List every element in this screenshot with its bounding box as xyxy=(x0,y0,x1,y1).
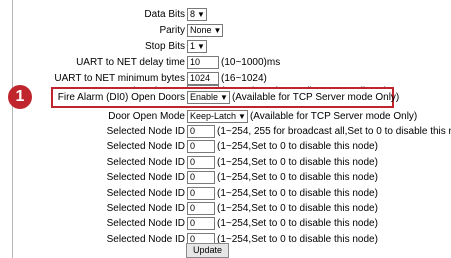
chevron-down-icon: ▼ xyxy=(220,92,228,102)
data-bits-label: Data Bits xyxy=(144,9,185,20)
fire-alarm-row: Fire Alarm (DI0) Open Doors Enable ▼ (Av… xyxy=(0,89,451,106)
fire-alarm-label: Fire Alarm (DI0) Open Doors xyxy=(57,92,185,103)
parity-label: Parity xyxy=(159,25,185,36)
uart-delay-note: (10~1000)ms xyxy=(221,57,281,68)
fire-alarm-note: (Available for TCP Server mode Only) xyxy=(231,92,400,103)
chevron-down-icon: ▼ xyxy=(197,9,205,19)
data-bits-select[interactable]: 8 ▼ xyxy=(187,8,207,21)
update-button[interactable]: Update xyxy=(186,243,230,258)
uart-delay-input[interactable]: 10 xyxy=(187,56,219,69)
node-id-label: Selected Node ID xyxy=(106,233,185,245)
chevron-down-icon: ▼ xyxy=(238,111,246,121)
node-id-input[interactable]: 0 xyxy=(187,171,215,185)
node-id-input[interactable]: 0 xyxy=(187,140,215,154)
uart-delay-row: UART to NET delay time 10 (10~1000)ms xyxy=(0,54,451,71)
chevron-down-icon: ▼ xyxy=(213,25,222,35)
uart-delay-label: UART to NET delay time xyxy=(76,57,185,68)
parity-row: Parity None ▼ xyxy=(0,22,451,39)
node-id-note: (1~254,Set to 0 to disable this node) xyxy=(217,233,378,245)
stop-bits-row: Stop Bits 1 ▼ xyxy=(0,38,451,55)
node-id-input[interactable]: 0 xyxy=(187,202,215,215)
data-bits-row: Data Bits 8 ▼ xyxy=(0,6,451,23)
node-id-input[interactable]: 0 xyxy=(187,155,215,169)
node-id-input[interactable]: 0 xyxy=(187,186,215,200)
stop-bits-select[interactable]: 1 ▼ xyxy=(187,40,207,53)
door-open-mode-select[interactable]: Keep-Latch ▼ xyxy=(187,110,248,123)
chevron-down-icon: ▼ xyxy=(197,41,205,51)
node-id-input[interactable]: 0 xyxy=(187,125,215,138)
fire-alarm-select[interactable]: Enable ▼ xyxy=(187,91,230,104)
parity-select[interactable]: None ▼ xyxy=(187,24,224,37)
stop-bits-label: Stop Bits xyxy=(144,41,185,52)
node-id-input[interactable]: 0 xyxy=(187,217,215,231)
